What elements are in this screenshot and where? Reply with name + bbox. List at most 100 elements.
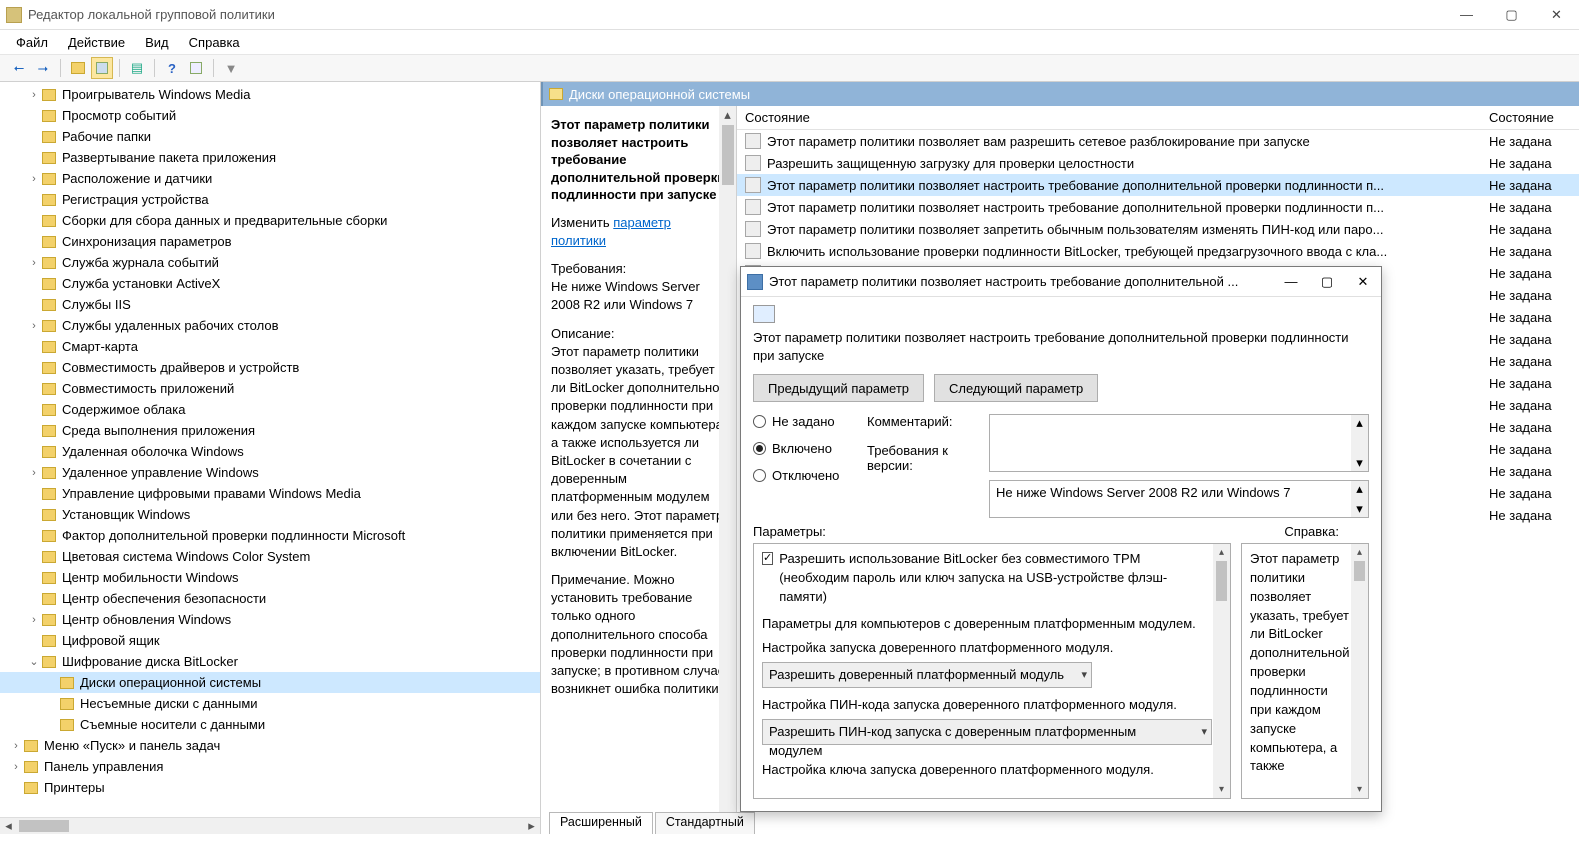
menu-view[interactable]: Вид [137, 33, 177, 52]
menu-file[interactable]: Файл [8, 33, 56, 52]
setting-state: Не задана [1489, 508, 1579, 523]
list-item[interactable]: Включить использование проверки подлинно… [737, 240, 1579, 262]
tree-item[interactable]: ›Удаленное управление Windows [0, 462, 540, 483]
col-state-left[interactable]: Состояние [737, 110, 1489, 125]
menu-action[interactable]: Действие [60, 33, 133, 52]
tree-item[interactable]: Принтеры [0, 777, 540, 798]
requirements-field: Не ниже Windows Server 2008 R2 или Windo… [989, 480, 1369, 518]
tpm-pin-select[interactable]: Разрешить ПИН-код запуска с доверенным п… [762, 719, 1212, 745]
tree-item[interactable]: Синхронизация параметров [0, 231, 540, 252]
expand-icon[interactable]: ⌄ [28, 655, 40, 668]
minimize-button[interactable]: — [1444, 0, 1489, 30]
tree-item[interactable]: Центр обеспечения безопасности [0, 588, 540, 609]
tree-item[interactable]: Рабочие папки [0, 126, 540, 147]
tree-item[interactable]: Цифровой ящик [0, 630, 540, 651]
expand-icon[interactable]: › [28, 467, 40, 479]
list-item[interactable]: Этот параметр политики позволяет запрети… [737, 218, 1579, 240]
dialog-maximize-button[interactable]: ▢ [1309, 268, 1345, 296]
tree-item[interactable]: Несъемные диски с данными [0, 693, 540, 714]
dialog-minimize-button[interactable]: — [1273, 268, 1309, 296]
up-button[interactable] [67, 57, 89, 79]
tree-item[interactable]: ⌄Шифрование диска BitLocker [0, 651, 540, 672]
tree-item[interactable]: Служба установки ActiveX [0, 273, 540, 294]
export-button[interactable]: ▤ [126, 57, 148, 79]
list-item[interactable]: Этот параметр политики позволяет настрои… [737, 174, 1579, 196]
tree-item[interactable]: Совместимость драйверов и устройств [0, 357, 540, 378]
desc-scrollbar[interactable]: ▴ ▾ [719, 106, 736, 834]
tree-item[interactable]: ›Меню «Пуск» и панель задач [0, 735, 540, 756]
state-radios: Не задано Включено Отключено [753, 414, 853, 518]
radio-disabled[interactable]: Отключено [753, 468, 853, 483]
tree-hscroll[interactable]: ◂ ▸ [0, 817, 540, 834]
radio-not-configured[interactable]: Не задано [753, 414, 853, 429]
tree-item[interactable]: ›Панель управления [0, 756, 540, 777]
tree-item[interactable]: Цветовая система Windows Color System [0, 546, 540, 567]
options-scrollbar[interactable]: ▴▾ [1213, 544, 1230, 798]
expand-icon[interactable]: › [28, 257, 40, 269]
description-pane: Этот параметр политики позволяет настрои… [541, 106, 737, 834]
tree-item[interactable]: Съемные носители с данными [0, 714, 540, 735]
list-item[interactable]: Этот параметр политики позволяет вам раз… [737, 130, 1579, 152]
scroll-right-icon[interactable]: ▸ [523, 818, 540, 835]
window-title: Редактор локальной групповой политики [28, 7, 1444, 22]
help-button[interactable]: ? [161, 57, 183, 79]
tree-item[interactable]: ›Расположение и датчики [0, 168, 540, 189]
maximize-button[interactable]: ▢ [1489, 0, 1534, 30]
tab-extended[interactable]: Расширенный [549, 812, 653, 834]
scroll-left-icon[interactable]: ◂ [0, 818, 17, 835]
scroll-up-icon[interactable]: ▴ [719, 106, 736, 123]
tab-standard[interactable]: Стандартный [655, 812, 755, 834]
properties-button[interactable] [185, 57, 207, 79]
tree-item[interactable]: Среда выполнения приложения [0, 420, 540, 441]
dialog-close-button[interactable]: ✕ [1345, 268, 1381, 296]
filter-button[interactable]: ▼ [220, 57, 242, 79]
tree-item[interactable]: Установщик Windows [0, 504, 540, 525]
tree-item[interactable]: ›Службы удаленных рабочих столов [0, 315, 540, 336]
next-setting-button[interactable]: Следующий параметр [934, 374, 1098, 402]
show-tree-button[interactable] [91, 57, 113, 79]
tpm-startup-select[interactable]: Разрешить доверенный платформенный модул… [762, 662, 1092, 688]
tree-item[interactable]: Центр мобильности Windows [0, 567, 540, 588]
setting-state: Не задана [1489, 222, 1579, 237]
dialog-title: Этот параметр политики позволяет настрои… [769, 274, 1273, 289]
tree[interactable]: ›Проигрыватель Windows MediaПросмотр соб… [0, 82, 540, 798]
tree-item[interactable]: Смарт-карта [0, 336, 540, 357]
setting-icon [745, 177, 761, 193]
scrollbar[interactable]: ▴▾ [1351, 481, 1368, 517]
prev-setting-button[interactable]: Предыдущий параметр [753, 374, 924, 402]
col-state-right[interactable]: Состояние [1489, 110, 1579, 125]
expand-icon[interactable]: › [28, 89, 40, 101]
tree-item[interactable]: ›Проигрыватель Windows Media [0, 84, 540, 105]
expand-icon[interactable]: › [28, 173, 40, 185]
tree-item[interactable]: ›Центр обновления Windows [0, 609, 540, 630]
expand-icon[interactable]: › [10, 761, 22, 773]
tree-item[interactable]: Управление цифровыми правами Windows Med… [0, 483, 540, 504]
allow-without-tpm-checkbox[interactable]: Разрешить использование BitLocker без со… [762, 550, 1212, 607]
expand-icon[interactable]: › [10, 740, 22, 752]
tree-item[interactable]: ›Служба журнала событий [0, 252, 540, 273]
scrollbar[interactable]: ▴▾ [1351, 415, 1368, 471]
tree-item[interactable]: Диски операционной системы [0, 672, 540, 693]
tree-item[interactable]: Совместимость приложений [0, 378, 540, 399]
close-button[interactable]: ✕ [1534, 0, 1579, 30]
tree-item[interactable]: Сборки для сбора данных и предварительны… [0, 210, 540, 231]
radio-enabled[interactable]: Включено [753, 441, 853, 456]
tree-item[interactable]: Содержимое облака [0, 399, 540, 420]
tree-item[interactable]: Развертывание пакета приложения [0, 147, 540, 168]
tree-item[interactable]: Фактор дополнительной проверки подлиннос… [0, 525, 540, 546]
back-button[interactable]: ⭠ [8, 57, 30, 79]
expand-icon[interactable]: › [28, 320, 40, 332]
tree-item[interactable]: Регистрация устройства [0, 189, 540, 210]
forward-button[interactable]: ⭢ [32, 57, 54, 79]
list-item[interactable]: Разрешить защищенную загрузку для провер… [737, 152, 1579, 174]
menu-help[interactable]: Справка [181, 33, 248, 52]
tree-item[interactable]: Службы IIS [0, 294, 540, 315]
comment-textarea[interactable]: ▴▾ [989, 414, 1369, 472]
tree-item[interactable]: Просмотр событий [0, 105, 540, 126]
list-item[interactable]: Этот параметр политики позволяет настрои… [737, 196, 1579, 218]
scroll-thumb[interactable] [19, 820, 69, 832]
expand-icon[interactable]: › [28, 614, 40, 626]
help-scrollbar[interactable]: ▴▾ [1351, 544, 1368, 798]
tree-item[interactable]: Удаленная оболочка Windows [0, 441, 540, 462]
scroll-thumb[interactable] [722, 125, 734, 185]
